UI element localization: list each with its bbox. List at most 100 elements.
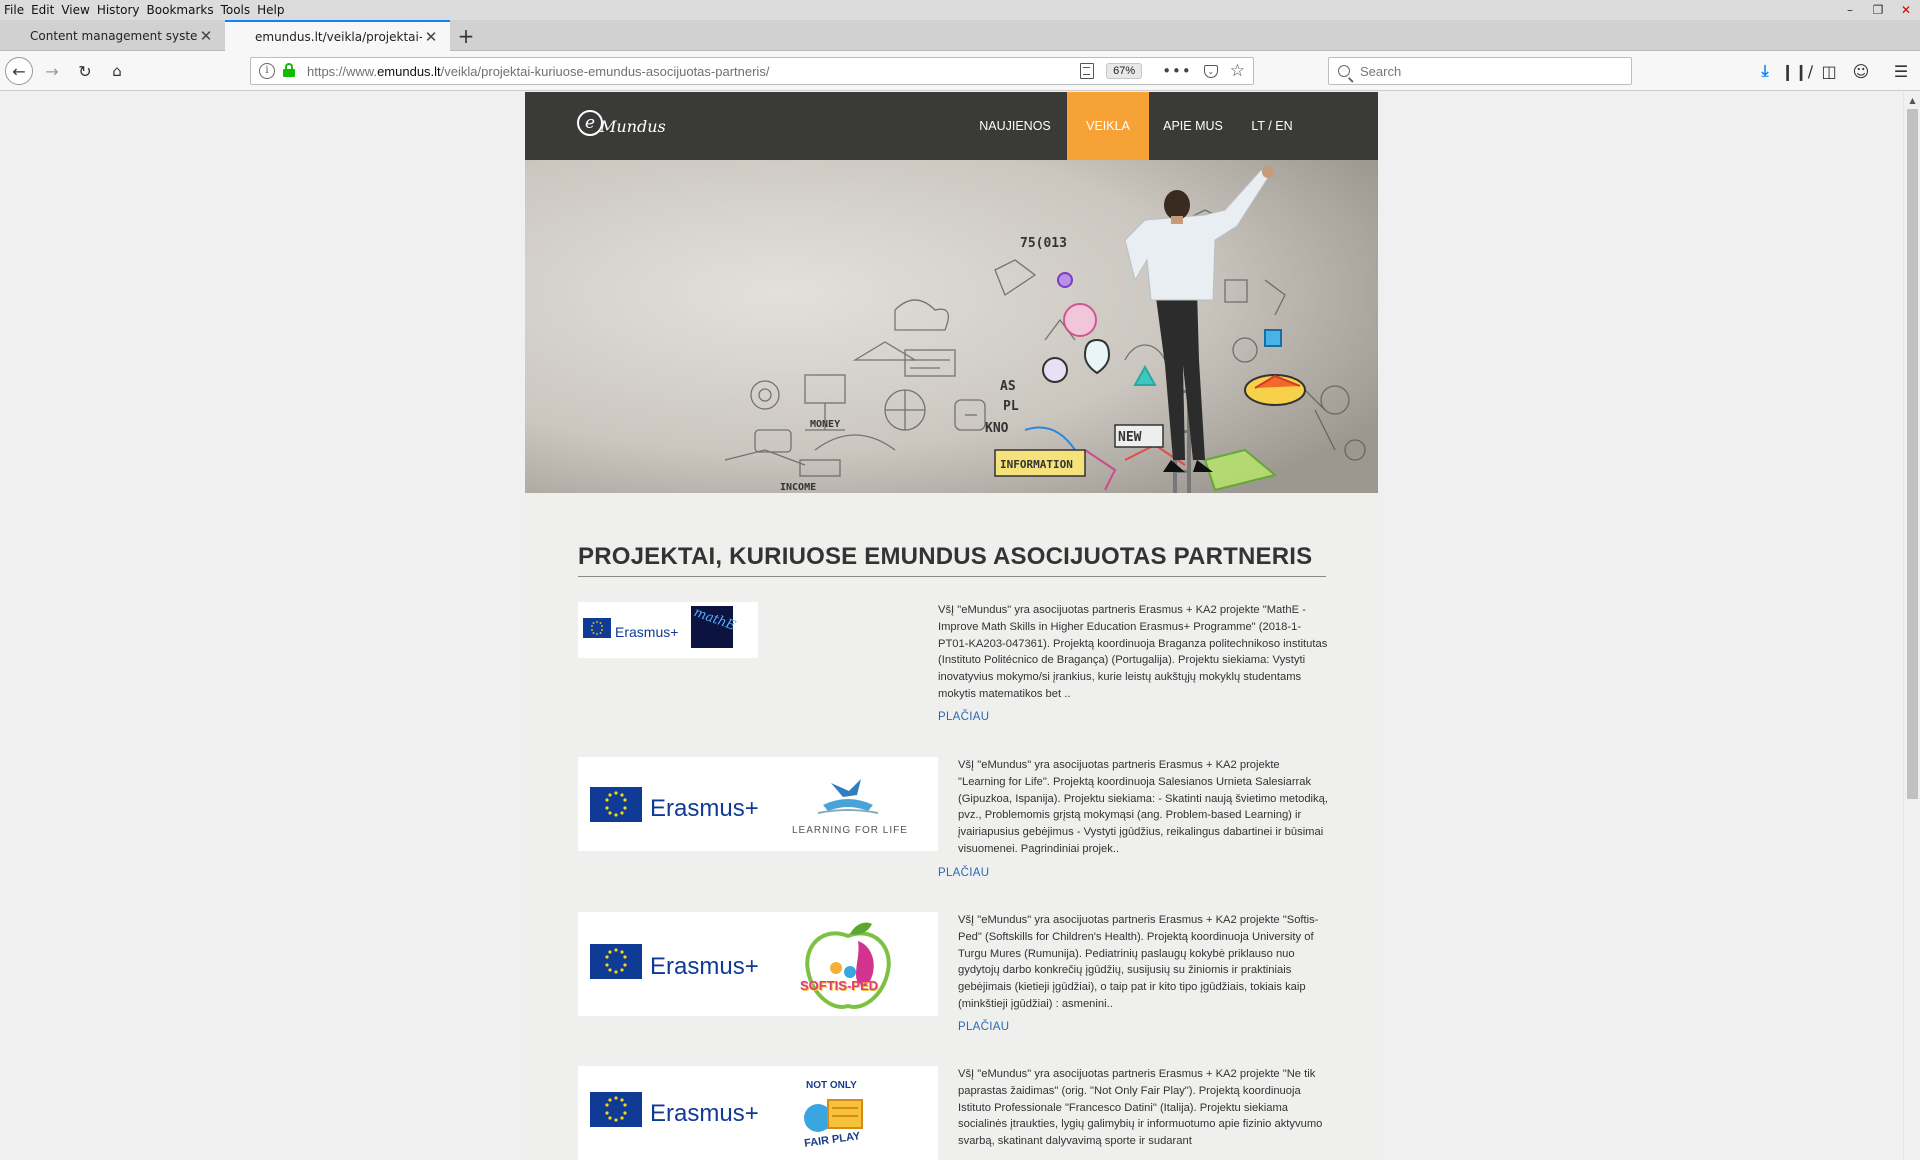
erasmus-plus-label: Erasmus+ bbox=[650, 953, 759, 980]
nav-naujienos[interactable]: NAUJIENOS bbox=[973, 92, 1057, 160]
project-logo[interactable]: Erasmus+ NOT ONLY FAIR PLAY bbox=[578, 1066, 938, 1160]
home-icon[interactable]: ⌂ bbox=[104, 51, 130, 91]
project-description: VšĮ "eMundus" yra asocijuotas partneris … bbox=[938, 604, 1328, 700]
new-tab-icon[interactable]: + bbox=[452, 20, 480, 51]
tab-close-icon[interactable]: ✕ bbox=[197, 27, 215, 45]
read-more-link[interactable]: PLAČIAU bbox=[938, 711, 989, 723]
nav-language-switch[interactable]: LT / EN bbox=[1237, 92, 1307, 160]
eu-flag-icon bbox=[583, 618, 611, 638]
page-title: PROJEKTAI, KURIUOSE EMUNDUS ASOCIJUOTAS … bbox=[578, 543, 1313, 570]
tab-content-management[interactable]: Content management system ✕ bbox=[0, 20, 225, 51]
zoom-level-badge[interactable]: 67% bbox=[1106, 63, 1143, 79]
page-container: e Mundus NAUJIENOS VEIKLA APIE MUS LT / … bbox=[525, 92, 1378, 1160]
scroll-up-arrow-icon[interactable]: ▲ bbox=[1904, 92, 1920, 109]
eu-flag-icon bbox=[590, 787, 642, 822]
erasmus-plus-label: Erasmus+ bbox=[650, 1100, 759, 1127]
scrollbar-thumb[interactable] bbox=[1907, 109, 1918, 799]
emundus-logo[interactable]: e Mundus bbox=[577, 110, 666, 136]
tab-close-icon[interactable]: ✕ bbox=[422, 28, 440, 46]
menu-tools[interactable]: Tools bbox=[214, 3, 251, 17]
softis-ped-text: SOFTIS-PED bbox=[800, 978, 879, 993]
hero-label-kno: KNO bbox=[985, 421, 1009, 436]
close-window-icon[interactable]: ✕ bbox=[1892, 0, 1920, 20]
hero-label-as: AS bbox=[1000, 379, 1016, 394]
url-text[interactable]: https://www.emundus.lt/veikla/projektai-… bbox=[307, 64, 1080, 79]
url-bar[interactable]: i https://www.emundus.lt/veikla/projekta… bbox=[250, 57, 1254, 85]
lock-icon[interactable] bbox=[283, 63, 295, 77]
sidebar-icon[interactable]: ◫ bbox=[1816, 51, 1842, 91]
project-description: VšĮ "eMundus" yra asocijuotas partneris … bbox=[958, 914, 1319, 1010]
window-controls: – ❐ ✕ bbox=[1836, 0, 1920, 20]
search-bar[interactable] bbox=[1328, 57, 1632, 85]
eu-flag-icon bbox=[590, 944, 642, 979]
menu-view[interactable]: View bbox=[54, 3, 89, 17]
menu-help[interactable]: Help bbox=[250, 3, 284, 17]
reload-icon[interactable]: ↻ bbox=[72, 51, 98, 91]
minimize-icon[interactable]: – bbox=[1836, 0, 1864, 20]
project-item: Erasmus+ LEARNING FOR LIFE VšĮ "eMundus"… bbox=[578, 757, 1328, 892]
fair-play-text-top: NOT ONLY bbox=[806, 1080, 857, 1091]
menu-file[interactable]: File bbox=[0, 3, 24, 17]
learning-for-life-text: LEARNING FOR LIFE bbox=[792, 825, 908, 836]
menu-bookmarks[interactable]: Bookmarks bbox=[140, 3, 214, 17]
downloads-icon[interactable]: ⤓ bbox=[1752, 51, 1778, 91]
back-arrow-icon: ← bbox=[5, 57, 33, 85]
navigation-toolbar: ← → ↻ ⌂ i https://www.emundus.lt/veikla/… bbox=[0, 51, 1920, 91]
site-info-icon[interactable]: i bbox=[259, 63, 275, 79]
project-logo[interactable]: Erasmus+ mathE bbox=[578, 602, 758, 658]
not-only-fair-play-logo: NOT ONLY FAIR PLAY bbox=[796, 1078, 876, 1150]
library-icon[interactable]: ❙❙∕ bbox=[1781, 51, 1813, 91]
softis-ped-logo: SOFTIS-PED bbox=[798, 916, 898, 1014]
search-icon bbox=[1338, 65, 1350, 77]
erasmus-plus-label: Erasmus+ bbox=[650, 795, 759, 822]
project-description: VšĮ "eMundus" yra asocijuotas partneris … bbox=[958, 1068, 1323, 1148]
eu-flag-icon bbox=[590, 1092, 642, 1127]
bird-book-icon bbox=[817, 779, 879, 814]
hero-label-information: INFORMATION bbox=[1000, 458, 1073, 471]
pocket-icon[interactable]: ⌄ bbox=[1203, 64, 1218, 78]
project-item: Erasmus+ mathE VšĮ "eMundus" yra asociju… bbox=[578, 602, 1328, 732]
learning-for-life-logo: LEARNING FOR LIFE bbox=[788, 775, 908, 845]
mathe-logo-text: mathE bbox=[691, 605, 738, 634]
hamburger-menu-icon[interactable]: ☰ bbox=[1888, 51, 1914, 91]
apple-children-icon bbox=[805, 922, 891, 1009]
reader-view-icon[interactable] bbox=[1080, 63, 1095, 79]
read-more-link[interactable]: PLAČIAU bbox=[958, 1021, 1009, 1033]
project-item: Erasmus+ NOT ONLY FAIR PLAY VšĮ "eMundus… bbox=[578, 1066, 1326, 1160]
bookmark-star-icon[interactable]: ☆ bbox=[1230, 61, 1245, 81]
web-content: e Mundus NAUJIENOS VEIKLA APIE MUS LT / … bbox=[0, 92, 1920, 1160]
page-actions-icon[interactable]: ••• bbox=[1162, 62, 1192, 80]
search-input[interactable] bbox=[1360, 63, 1620, 79]
project-logo[interactable]: Erasmus+ SOFTIS-PED bbox=[578, 912, 938, 1016]
mathe-logo-icon: mathE bbox=[691, 605, 737, 648]
hero-label-income: INCOME bbox=[780, 482, 816, 493]
account-icon[interactable]: ☺ bbox=[1848, 51, 1874, 91]
project-item: Erasmus+ SOFTIS-PED VšĮ "eMundus" yra as… bbox=[578, 912, 1326, 1047]
menu-history[interactable]: History bbox=[90, 3, 140, 17]
back-button[interactable]: ← bbox=[4, 51, 34, 91]
hero-banner: 75(013 AS PL KNO MONEY INCOME NEW INFORM… bbox=[525, 160, 1378, 493]
url-domain: emundus.lt bbox=[377, 63, 441, 79]
hero-label-new: NEW bbox=[1118, 430, 1142, 445]
tab-emundus[interactable]: emundus.lt/veikla/projektai-ku ✕ bbox=[225, 20, 450, 52]
project-logo[interactable]: Erasmus+ LEARNING FOR LIFE bbox=[578, 757, 938, 851]
restore-icon[interactable]: ❐ bbox=[1864, 0, 1892, 20]
logo-text: Mundus bbox=[600, 116, 666, 136]
title-divider bbox=[578, 576, 1326, 577]
url-path: /veikla/projektai-kuriuose-emundus-asoci… bbox=[440, 63, 770, 79]
hero-label-money: MONEY bbox=[810, 419, 840, 430]
forward-arrow-icon[interactable]: → bbox=[38, 51, 66, 91]
hero-label-formula: 75(013 bbox=[1020, 236, 1067, 251]
erasmus-plus-label: Erasmus+ bbox=[615, 624, 679, 640]
menu-bar: File Edit View History Bookmarks Tools H… bbox=[0, 0, 1920, 20]
hero-illustration: 75(013 AS PL KNO MONEY INCOME NEW INFORM… bbox=[525, 160, 1378, 493]
nav-apie-mus[interactable]: APIE MUS bbox=[1153, 92, 1233, 160]
menu-edit[interactable]: Edit bbox=[24, 3, 54, 17]
site-header: e Mundus NAUJIENOS VEIKLA APIE MUS LT / … bbox=[525, 92, 1378, 160]
tab-title: emundus.lt/veikla/projektai-ku bbox=[255, 30, 422, 44]
nav-veikla[interactable]: VEIKLA bbox=[1067, 92, 1149, 160]
tab-title: Content management system bbox=[30, 28, 197, 43]
read-more-link[interactable]: PLAČIAU bbox=[938, 867, 989, 879]
project-description: VšĮ "eMundus" yra asocijuotas partneris … bbox=[958, 759, 1328, 855]
vertical-scrollbar[interactable]: ▲ bbox=[1903, 92, 1920, 1160]
